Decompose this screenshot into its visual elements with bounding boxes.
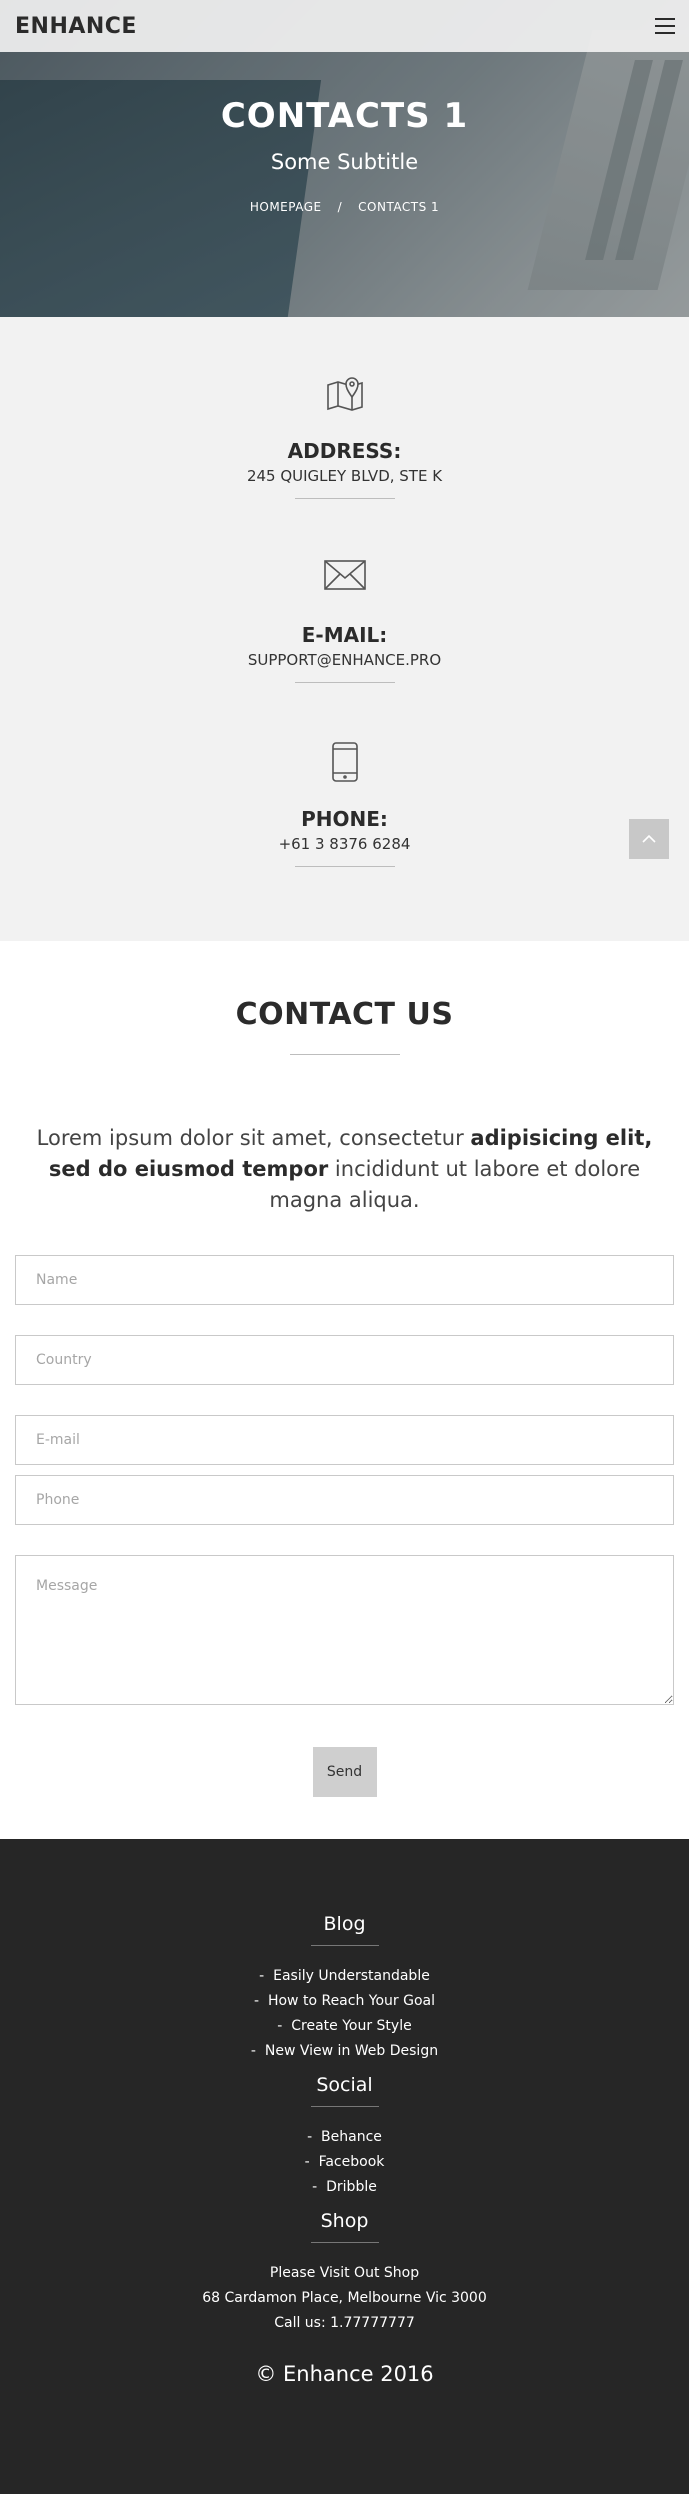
- footer-social-link[interactable]: Behance: [321, 2129, 382, 2145]
- hamburger-menu-icon[interactable]: [655, 18, 675, 34]
- breadcrumb: HOMEPAGE / CONTACTS 1: [0, 200, 689, 214]
- smartphone-icon: [0, 741, 689, 785]
- list-bullet: -: [307, 2129, 313, 2145]
- email-label: E-MAIL:: [301, 623, 388, 647]
- map-pin-icon: [0, 373, 689, 417]
- menu-line: [655, 18, 675, 20]
- shop-address: 68 Cardamon Place, Melbourne Vic 3000: [202, 2290, 487, 2306]
- list-bullet: -: [254, 1993, 260, 2009]
- footer-blog: Blog - Easily Understandable - How to Rea…: [0, 1913, 689, 2064]
- shop-line: Please Visit Out Shop: [269, 2265, 420, 2281]
- address-block: ADDRESS: 245 QUIGLEY BLVD, STE K: [0, 373, 689, 557]
- shop-info: Please Visit Out Shop 68 Cardamon Place,…: [0, 2261, 689, 2336]
- chevron-up-icon: [642, 834, 656, 843]
- address-value: 245 QUIGLEY BLVD, STE K: [246, 467, 443, 485]
- footer-blog-item: - How to Reach Your Goal: [0, 1989, 689, 2014]
- footer-blog-link[interactable]: Create Your Style: [291, 2018, 411, 2034]
- hero-content: CONTACTS 1 Some Subtitle HOMEPAGE / CONT…: [0, 96, 689, 214]
- email-value[interactable]: SUPPORT@ENHANCE.PRO: [0, 651, 689, 669]
- divider: [310, 1945, 379, 1946]
- section-title: CONTACT US: [235, 997, 454, 1032]
- address-label: ADDRESS:: [287, 439, 402, 463]
- menu-line: [655, 32, 675, 34]
- breadcrumb-separator: /: [337, 200, 343, 214]
- phone-value[interactable]: +61 3 8376 6284: [0, 835, 689, 853]
- footer-blog-list: - Easily Understandable - How to Reach Yo…: [0, 1964, 689, 2064]
- top-navbar: ENHANCE: [0, 0, 689, 52]
- footer-social: Social - Behance - Facebook - Dribble: [0, 2074, 689, 2200]
- footer-social-list: - Behance - Facebook - Dribble: [0, 2125, 689, 2200]
- divider: [310, 2106, 379, 2107]
- email-block: E-MAIL: SUPPORT@ENHANCE.PRO: [0, 557, 689, 741]
- list-bullet: -: [304, 2154, 310, 2170]
- footer-shop-title: Shop: [320, 2210, 369, 2232]
- footer-blog-item: - New View in Web Design: [0, 2039, 689, 2064]
- footer-blog-title: Blog: [323, 1913, 366, 1935]
- intro-text: Lorem ipsum dolor sit amet, consectetur …: [15, 1123, 674, 1216]
- divider: [294, 682, 395, 683]
- footer-social-title: Social: [316, 2074, 373, 2096]
- email-field[interactable]: [15, 1415, 674, 1465]
- list-bullet: -: [277, 2018, 283, 2034]
- breadcrumb-current: CONTACTS 1: [358, 200, 440, 214]
- shop-phone[interactable]: Call us: 1.77777777: [0, 2311, 689, 2336]
- intro-text-start: Lorem ipsum dolor sit amet, consectetur: [36, 1126, 471, 1150]
- contact-us-section: CONTACT US Lorem ipsum dolor sit amet, c…: [0, 941, 689, 1839]
- divider: [289, 1054, 400, 1055]
- footer-social-item: - Behance: [0, 2125, 689, 2150]
- footer-social-link[interactable]: Dribble: [326, 2179, 377, 2195]
- footer-blog-link[interactable]: How to Reach Your Goal: [268, 1993, 435, 2009]
- footer-social-item: - Dribble: [0, 2175, 689, 2200]
- menu-line: [655, 25, 675, 27]
- divider: [294, 498, 395, 499]
- divider: [310, 2242, 379, 2243]
- name-field[interactable]: [15, 1255, 674, 1305]
- footer-social-item: - Facebook: [0, 2150, 689, 2175]
- footer-blog-item: - Easily Understandable: [0, 1964, 689, 1989]
- envelope-icon: [0, 557, 689, 601]
- page-subtitle: Some Subtitle: [270, 150, 419, 174]
- phone-field[interactable]: [15, 1475, 674, 1525]
- contact-info-section: ADDRESS: 245 QUIGLEY BLVD, STE K E-MAIL:…: [0, 317, 689, 941]
- contact-form: Send: [0, 1255, 689, 1797]
- scroll-to-top-button[interactable]: [629, 819, 669, 859]
- country-field[interactable]: [15, 1335, 674, 1385]
- page-title: CONTACTS 1: [220, 96, 469, 136]
- footer-social-link[interactable]: Facebook: [319, 2154, 385, 2170]
- site-footer: Blog - Easily Understandable - How to Rea…: [0, 1839, 689, 2494]
- site-logo[interactable]: ENHANCE: [15, 14, 137, 39]
- footer-blog-link[interactable]: Easily Understandable: [273, 1968, 430, 1984]
- footer-shop: Shop Please Visit Out Shop 68 Cardamon P…: [0, 2210, 689, 2336]
- message-field[interactable]: [15, 1555, 674, 1705]
- divider: [294, 866, 395, 867]
- list-bullet: -: [250, 2043, 256, 2059]
- phone-block: PHONE: +61 3 8376 6284: [0, 741, 689, 925]
- breadcrumb-home-link[interactable]: HOMEPAGE: [250, 200, 322, 214]
- copyright: © Enhance 2016: [255, 2362, 434, 2386]
- footer-blog-item: - Create Your Style: [0, 2014, 689, 2039]
- list-bullet: -: [312, 2179, 318, 2195]
- list-bullet: -: [259, 1968, 265, 1984]
- send-button[interactable]: Send: [312, 1747, 377, 1797]
- footer-blog-link[interactable]: New View in Web Design: [265, 2043, 438, 2059]
- phone-label: PHONE:: [301, 807, 388, 831]
